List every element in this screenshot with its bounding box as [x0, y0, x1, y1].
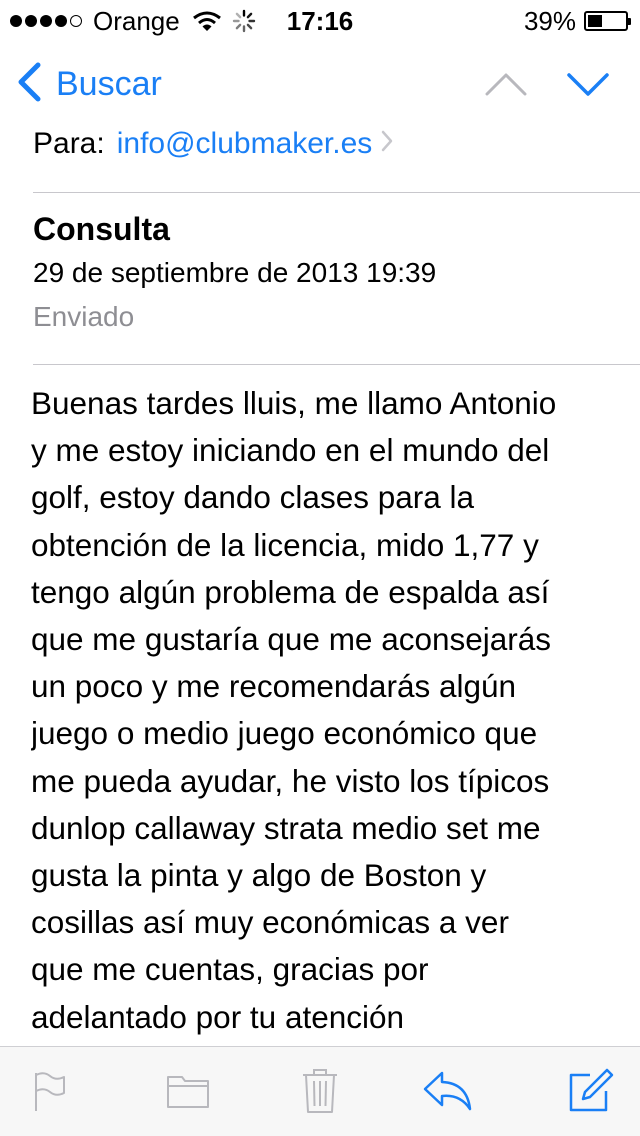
reply-icon	[422, 1069, 474, 1118]
flag-icon	[28, 1069, 68, 1118]
move-to-folder-button[interactable]	[160, 1065, 216, 1121]
to-label: Para:	[33, 127, 105, 160]
body-line: adelantado por tu atención	[31, 998, 405, 1035]
message-subject: Consulta	[33, 211, 170, 247]
body-line: un poco y me recomendarás algún	[31, 668, 517, 705]
mailbox-label: Enviado	[33, 301, 135, 332]
header-divider	[33, 192, 640, 193]
body-line: y me estoy iniciando en el mundo del	[31, 432, 550, 469]
body-line: golf, estoy dando clases para la	[31, 479, 475, 516]
disclosure-chevron-icon[interactable]	[380, 127, 394, 161]
body-line: juego o medio juego económico que	[31, 715, 538, 752]
delete-button[interactable]	[292, 1065, 348, 1121]
navigation-bar: Buscar	[0, 40, 640, 128]
flag-button[interactable]	[20, 1065, 76, 1121]
body-line: cosillas así muy económicas a ver	[31, 904, 509, 941]
status-bar: Orange 17:16 39%	[0, 0, 640, 40]
previous-message-button[interactable]	[484, 66, 528, 102]
bottom-toolbar	[0, 1046, 640, 1136]
recipient-row: Para: info@clubmaker.es	[33, 122, 394, 166]
status-right: 39%	[523, 5, 631, 36]
trash-icon	[300, 1067, 340, 1120]
chevron-up-icon	[484, 73, 528, 106]
recipient-address-link[interactable]: info@clubmaker.es	[117, 127, 373, 161]
chevron-down-icon	[566, 73, 610, 106]
body-line: me pueda ayudar, he visto los típicos	[31, 762, 550, 799]
body-line: que me gustaría que me aconsejarás	[31, 621, 552, 658]
body-divider	[33, 364, 640, 365]
body-line: Buenas tardes lluis, me llamo Antonio	[31, 385, 557, 421]
body-line: gusta la pinta y algo de Boston y	[31, 857, 487, 894]
message-date: 29 de septiembre de 2013 19:39	[33, 257, 437, 288]
folder-icon	[165, 1071, 211, 1116]
body-line: tengo algún problema de espalda así	[31, 573, 550, 610]
body-line: que me cuentas, gracias por	[31, 951, 429, 988]
body-line: dunlop callaway strata medio set me	[31, 809, 541, 846]
battery-icon	[584, 11, 631, 31]
next-message-button[interactable]	[566, 66, 610, 102]
battery-fill	[588, 15, 602, 27]
message-body: Buenas tardes lluis, me llamo Antonio y …	[31, 380, 611, 1044]
reply-button[interactable]	[420, 1065, 476, 1121]
battery-nub	[628, 18, 631, 25]
compose-icon	[566, 1067, 614, 1120]
chevron-left-icon	[16, 62, 42, 107]
mail-message-screen: Orange 17:16 39% Buscar Para: info@clubm…	[0, 0, 640, 1136]
back-button-label: Buscar	[56, 64, 162, 103]
battery-percentage: 39%	[523, 5, 576, 36]
body-line: obtención de la licencia, mido 1,77 y	[31, 526, 539, 563]
compose-button[interactable]	[562, 1065, 618, 1121]
back-button[interactable]: Buscar	[16, 60, 162, 108]
